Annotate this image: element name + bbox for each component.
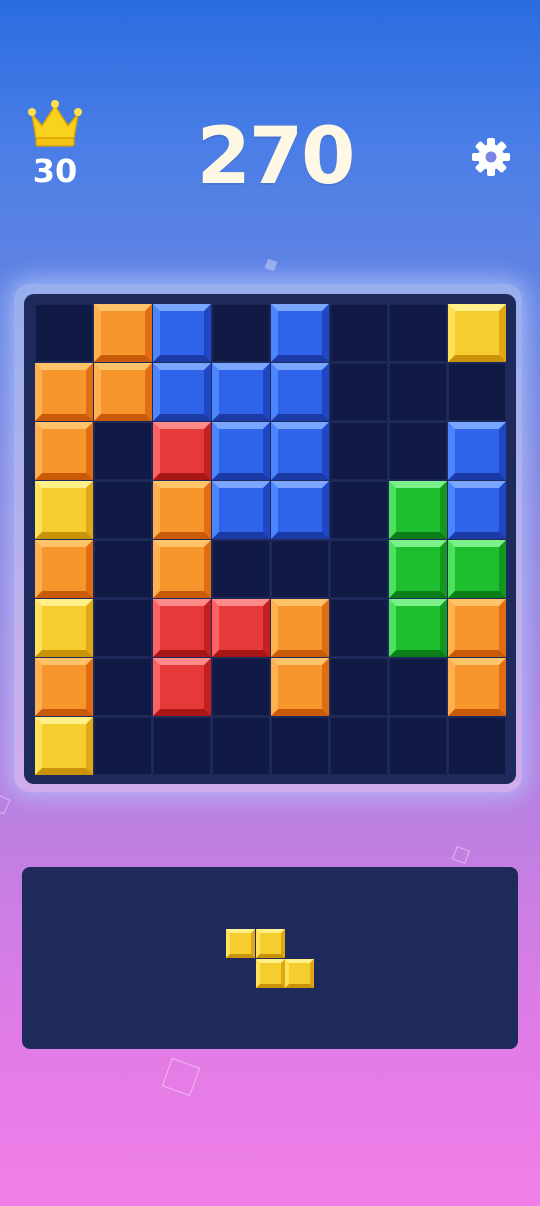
empty-cell xyxy=(35,304,93,362)
block-green xyxy=(389,481,447,539)
empty-cell xyxy=(330,422,388,480)
block-orange xyxy=(94,363,152,421)
empty-cell xyxy=(330,304,388,362)
decor-square xyxy=(452,846,470,864)
piece-block-yellow xyxy=(255,929,285,958)
empty-cell xyxy=(330,717,388,775)
block-blue xyxy=(212,422,270,480)
block-yellow xyxy=(35,717,93,775)
block-orange xyxy=(271,599,329,657)
block-blue xyxy=(271,481,329,539)
empty-cell xyxy=(94,658,152,716)
block-orange xyxy=(153,540,211,598)
empty-cell xyxy=(389,717,447,775)
empty-cell xyxy=(330,363,388,421)
piece-block-yellow xyxy=(285,958,314,988)
empty-cell xyxy=(94,599,152,657)
empty-cell xyxy=(212,540,270,598)
empty-cell xyxy=(212,658,270,716)
block-orange xyxy=(35,422,93,480)
empty-cell xyxy=(389,363,447,421)
block-yellow xyxy=(448,304,506,362)
block-orange xyxy=(94,304,152,362)
crown-icon xyxy=(28,100,82,147)
block-red xyxy=(153,422,211,480)
block-red xyxy=(212,599,270,657)
block-blue xyxy=(448,422,506,480)
piece-block-yellow xyxy=(226,929,255,958)
block-blue xyxy=(153,304,211,362)
block-yellow xyxy=(35,481,93,539)
block-orange xyxy=(153,481,211,539)
empty-cell xyxy=(94,717,152,775)
decor-square xyxy=(0,793,11,815)
block-red xyxy=(153,658,211,716)
tray-piece-z-yellow[interactable] xyxy=(226,929,314,989)
empty-cell xyxy=(448,363,506,421)
block-blue xyxy=(212,481,270,539)
block-orange xyxy=(271,658,329,716)
empty-cell xyxy=(212,717,270,775)
block-yellow xyxy=(35,599,93,657)
block-green xyxy=(448,540,506,598)
block-orange xyxy=(448,599,506,657)
block-orange xyxy=(35,363,93,421)
piece-block-yellow xyxy=(255,958,285,988)
empty-cell xyxy=(330,599,388,657)
block-blue xyxy=(212,363,270,421)
block-blue xyxy=(271,363,329,421)
block-orange xyxy=(35,658,93,716)
empty-cell xyxy=(212,304,270,362)
empty-cell xyxy=(271,540,329,598)
block-red xyxy=(153,599,211,657)
empty-cell xyxy=(94,540,152,598)
empty-cell xyxy=(330,481,388,539)
empty-cell xyxy=(330,540,388,598)
empty-cell xyxy=(389,304,447,362)
block-blue xyxy=(271,422,329,480)
empty-cell xyxy=(389,422,447,480)
decor-square xyxy=(161,1057,201,1097)
current-score: 270 xyxy=(196,112,356,202)
block-green xyxy=(389,599,447,657)
empty-cell xyxy=(94,422,152,480)
block-orange xyxy=(35,540,93,598)
empty-cell xyxy=(330,658,388,716)
empty-cell xyxy=(94,481,152,539)
board-grid[interactable] xyxy=(35,304,507,776)
block-green xyxy=(389,540,447,598)
empty-cell xyxy=(271,717,329,775)
empty-cell xyxy=(153,717,211,775)
empty-cell xyxy=(389,658,447,716)
block-orange xyxy=(448,658,506,716)
empty-cell xyxy=(448,717,506,775)
block-blue xyxy=(153,363,211,421)
block-blue xyxy=(448,481,506,539)
gear-icon[interactable] xyxy=(470,136,512,178)
best-score: 30 xyxy=(32,152,78,190)
decor-square xyxy=(264,258,278,272)
block-blue xyxy=(271,304,329,362)
